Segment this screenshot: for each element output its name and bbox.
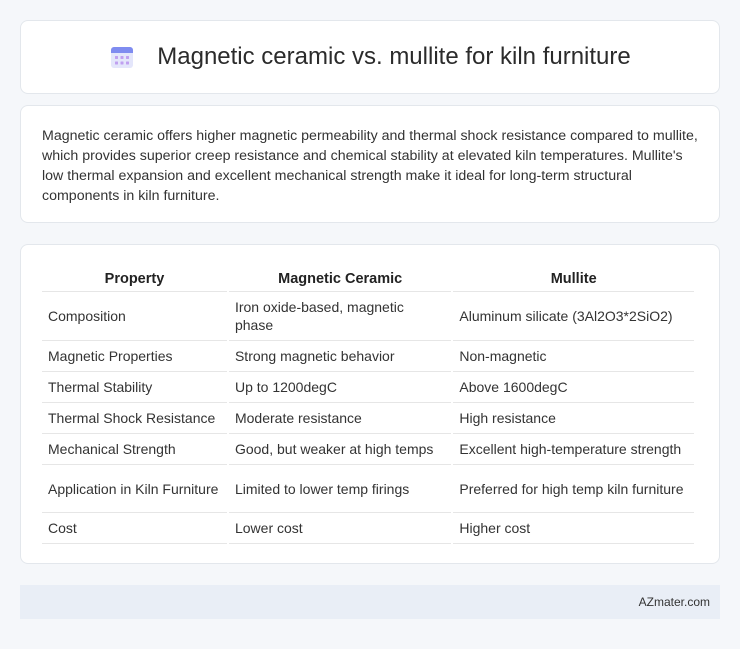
summary-text: Magnetic ceramic offers higher magnetic … <box>42 128 698 204</box>
table-cell: Moderate resistance <box>228 403 452 434</box>
table-cell: Non-magnetic <box>453 341 694 372</box>
page-title: Magnetic ceramic vs. mullite for kiln fu… <box>157 43 631 70</box>
table-cell: Higher cost <box>453 513 694 544</box>
table-cell: Preferred for high temp kiln furniture <box>453 465 694 513</box>
footer: AZmater.com <box>20 585 720 619</box>
table-cell: Lower cost <box>228 513 452 544</box>
table-row: Thermal Stability Up to 1200degC Above 1… <box>42 372 694 403</box>
column-header: Magnetic Ceramic <box>228 263 452 292</box>
table-cell: Good, but weaker at high temps <box>228 434 452 465</box>
comparison-table-card: Property Magnetic Ceramic Mullite Compos… <box>20 244 720 564</box>
title-card: Magnetic ceramic vs. mullite for kiln fu… <box>20 20 720 94</box>
table-header-row: Property Magnetic Ceramic Mullite <box>42 263 694 292</box>
footer-site-link[interactable]: AZmater.com <box>639 595 710 609</box>
summary-card: Magnetic ceramic offers higher magnetic … <box>20 105 720 223</box>
column-header: Property <box>42 263 227 292</box>
table-row: Application in Kiln Furniture Limited to… <box>42 465 694 513</box>
column-header: Mullite <box>453 263 694 292</box>
table-cell: Thermal Stability <box>42 372 227 403</box>
table-cell: Excellent high-temperature strength <box>453 434 694 465</box>
table-cell: Magnetic Properties <box>42 341 227 372</box>
table-cell: Up to 1200degC <box>228 372 452 403</box>
table-row: Composition Iron oxide-based, magnetic p… <box>42 292 694 341</box>
table-cell: High resistance <box>453 403 694 434</box>
calendar-icon <box>111 47 134 68</box>
table-row: Mechanical Strength Good, but weaker at … <box>42 434 694 465</box>
table-cell: Thermal Shock Resistance <box>42 403 227 434</box>
table-cell: Aluminum silicate (3Al2O3*2SiO2) <box>453 292 694 341</box>
comparison-table: Property Magnetic Ceramic Mullite Compos… <box>40 263 696 544</box>
table-cell: Iron oxide-based, magnetic phase <box>228 292 452 341</box>
table-row: Cost Lower cost Higher cost <box>42 513 694 544</box>
table-cell: Mechanical Strength <box>42 434 227 465</box>
table-cell: Limited to lower temp firings <box>228 465 452 513</box>
table-row: Thermal Shock Resistance Moderate resist… <box>42 403 694 434</box>
table-cell: Strong magnetic behavior <box>228 341 452 372</box>
table-cell: Composition <box>42 292 227 341</box>
table-cell: Application in Kiln Furniture <box>42 465 227 513</box>
table-cell: Above 1600degC <box>453 372 694 403</box>
table-cell: Cost <box>42 513 227 544</box>
table-row: Magnetic Properties Strong magnetic beha… <box>42 341 694 372</box>
